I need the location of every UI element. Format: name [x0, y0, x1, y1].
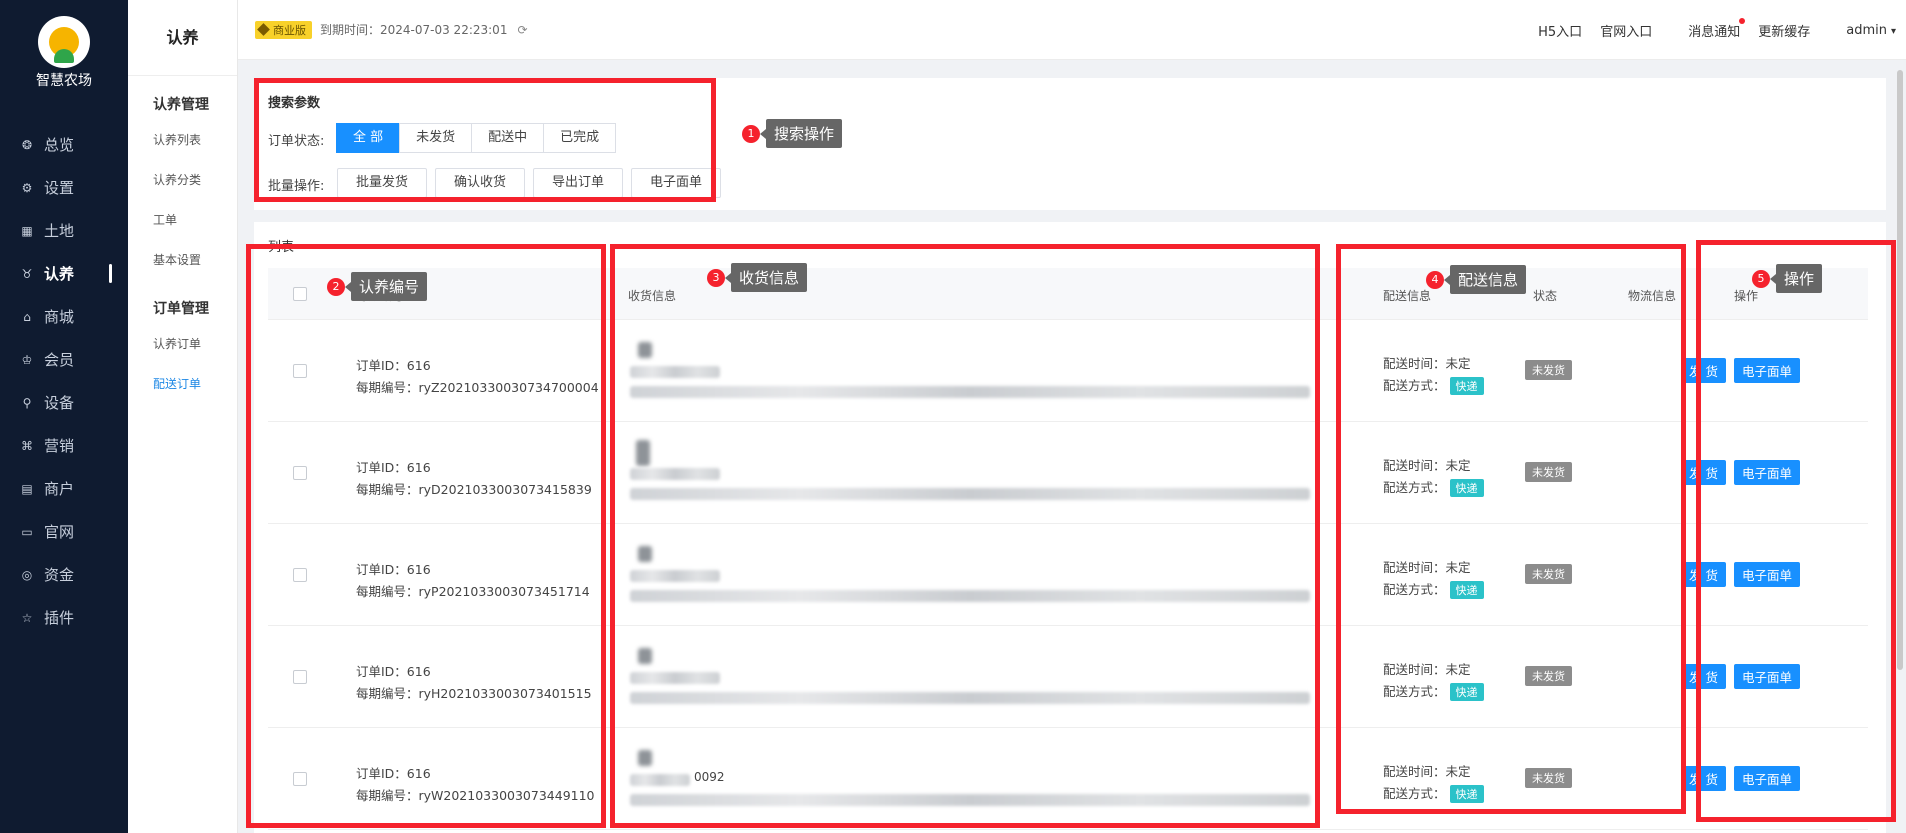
page-scrollbar[interactable]	[1897, 70, 1903, 670]
nav-item-settings[interactable]: ⚙ 设置	[0, 166, 128, 209]
farm-logo-icon[interactable]	[38, 16, 90, 68]
nav-item-fund[interactable]: ◎ 资金	[0, 553, 128, 596]
nav-item-adopt[interactable]: ♉ 认养	[0, 252, 128, 295]
h5-entry-link[interactable]: H5入口	[1538, 21, 1582, 40]
brand-name: 智慧农场	[36, 73, 92, 89]
marketing-icon: ⌘	[21, 438, 33, 453]
nav-item-device[interactable]: ⚲ 设备	[0, 381, 128, 424]
submenu-item-adopt-orders[interactable]: 认养订单	[128, 324, 237, 364]
annotation-marker-2: 2 认养编号	[327, 272, 428, 301]
submenu-item-basic-settings[interactable]: 基本设置	[128, 240, 237, 280]
edition-badge: 商业版	[255, 20, 312, 39]
submenu-item-work-order[interactable]: 工单	[128, 200, 237, 240]
fund-icon: ◎	[21, 567, 33, 582]
submenu-group-orders: 订单管理	[153, 301, 209, 317]
nav-item-overview[interactable]: ❂ 总览	[0, 123, 128, 166]
annotation-marker-5: 5 操作	[1752, 264, 1823, 293]
member-icon: ♔	[21, 352, 33, 367]
shop-icon: ⌂	[23, 309, 31, 324]
nav-item-member[interactable]: ♔ 会员	[0, 338, 128, 381]
annotation-box-action	[1696, 240, 1896, 822]
main-sidebar: 智慧农场 ❂ 总览 ⚙ 设置 ▦ 土地 ♉ 认养 ⌂ 商城 ♔ 会员 ⚲ 设备 ⌘ 营销 ▤ 商户…	[0, 0, 128, 833]
annotation-box-number	[246, 244, 606, 828]
refresh-icon[interactable]: ⟳	[517, 23, 527, 37]
adopt-icon: ♉	[21, 266, 33, 281]
notifications-link[interactable]: 消息通知	[1670, 17, 1746, 40]
annotation-marker-3: 3 收货信息	[707, 263, 808, 292]
annotation-box-receiver	[610, 244, 1320, 828]
user-menu[interactable]: admin ▾	[1828, 23, 1896, 38]
nav-item-marketing[interactable]: ⌘ 营销	[0, 424, 128, 467]
expire-time: 到期时间：2024-07-03 22:23:01	[320, 23, 508, 37]
main-nav: ❂ 总览 ⚙ 设置 ▦ 土地 ♉ 认养 ⌂ 商城 ♔ 会员 ⚲ 设备 ⌘ 营销 ▤ 商户 ▭ 官网 …	[0, 123, 128, 639]
top-bar: 商业版 到期时间：2024-07-03 22:23:01 ⟳ H5入口 官网入口…	[238, 0, 1906, 60]
refresh-cache-link[interactable]: 更新缓存	[1758, 21, 1810, 40]
annotation-marker-4: 4 配送信息	[1426, 265, 1527, 294]
grid-icon: ▦	[21, 223, 33, 238]
website-icon: ▭	[21, 524, 33, 539]
dashboard-icon: ❂	[21, 137, 33, 152]
website-entry-link[interactable]: 官网入口	[1600, 21, 1652, 40]
annotation-box-delivery	[1336, 244, 1686, 814]
submenu-item-adopt-category[interactable]: 认养分类	[128, 160, 237, 200]
nav-item-website[interactable]: ▭ 官网	[0, 510, 128, 553]
notification-dot	[1739, 17, 1746, 24]
gear-icon: ⚙	[21, 180, 33, 195]
annotation-marker-1: 1 搜索操作	[742, 119, 843, 148]
plugin-icon: ☆	[21, 610, 33, 625]
sub-sidebar: 认养 认养管理 认养列表 认养分类 工单 基本设置 订单管理 认养订单 配送订单	[128, 0, 238, 833]
merchant-icon: ▤	[21, 481, 33, 496]
chevron-down-icon: ▾	[1890, 25, 1896, 37]
top-links: H5入口 官网入口 消息通知 更新缓存 admin ▾	[1520, 0, 1896, 60]
nav-item-land[interactable]: ▦ 土地	[0, 209, 128, 252]
nav-item-shop[interactable]: ⌂ 商城	[0, 295, 128, 338]
submenu-item-delivery-orders[interactable]: 配送订单	[128, 364, 237, 404]
diamond-icon	[257, 23, 270, 36]
device-icon: ⚲	[22, 395, 32, 410]
submenu-item-adopt-list[interactable]: 认养列表	[128, 120, 237, 160]
nav-item-merchant[interactable]: ▤ 商户	[0, 467, 128, 510]
submenu-title: 认养	[128, 0, 237, 76]
annotation-box-search	[254, 78, 716, 202]
submenu-group-adopt: 认养管理	[153, 97, 209, 113]
nav-item-plugin[interactable]: ☆ 插件	[0, 596, 128, 639]
